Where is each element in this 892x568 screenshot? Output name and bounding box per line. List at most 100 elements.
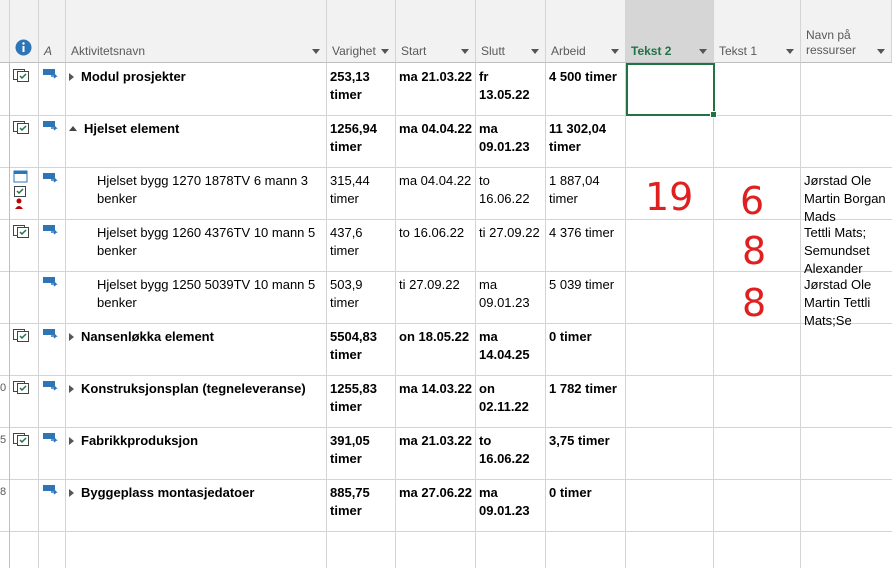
start-cell[interactable]: ti 27.09.22: [396, 272, 475, 324]
resources-cell[interactable]: [801, 116, 892, 176]
header-finish[interactable]: Slutt: [476, 0, 546, 63]
task-name-cell[interactable]: Hjelset element: [66, 116, 324, 168]
expand-icon[interactable]: [69, 436, 74, 445]
auto-scheduled-icon[interactable]: [43, 276, 59, 288]
task-name-cell[interactable]: Byggeplass montasjedatoer: [66, 480, 324, 532]
task-name-cell[interactable]: Fabrikkproduksjon: [66, 428, 324, 480]
start-cell[interactable]: ma 21.03.22: [396, 428, 475, 480]
header-task-mode[interactable]: A: [39, 0, 66, 63]
auto-scheduled-icon[interactable]: [43, 328, 59, 340]
task-name-cell[interactable]: Konstruksjonsplan (tegneleveranse): [66, 376, 324, 428]
duration-cell[interactable]: 253,13 timer: [327, 64, 395, 116]
header-work[interactable]: Arbeid: [546, 0, 626, 63]
text-cell-text2[interactable]: [626, 428, 714, 480]
start-cell[interactable]: ma 04.04.22: [396, 168, 475, 220]
chevron-down-icon[interactable]: [531, 49, 539, 54]
chevron-down-icon[interactable]: [877, 49, 885, 54]
table-row[interactable]: 8 Byggeplass montasjedatoer 885,75 timer ma…: [0, 480, 892, 532]
text-cell-text1[interactable]: [714, 428, 801, 480]
task-name-cell[interactable]: Hjelset bygg 1260 4376TV 10 mann 5 benke…: [94, 220, 324, 272]
duration-cell[interactable]: 1255,83 timer: [327, 376, 395, 428]
header-text1[interactable]: Tekst 1: [714, 0, 801, 63]
finish-cell[interactable]: on 02.11.22: [476, 376, 545, 428]
resources-cell[interactable]: [801, 324, 892, 384]
text-cell-text2[interactable]: [626, 116, 714, 168]
header-indicators[interactable]: [10, 0, 39, 63]
task-name-cell[interactable]: Hjelset bygg 1270 1878TV 6 mann 3 benker: [94, 168, 324, 220]
work-cell[interactable]: 0 timer: [546, 480, 626, 532]
chevron-down-icon[interactable]: [381, 49, 389, 54]
start-cell[interactable]: ma 04.04.22: [396, 116, 475, 168]
resources-cell[interactable]: [801, 64, 892, 124]
duration-cell[interactable]: 391,05 timer: [327, 428, 395, 480]
work-cell[interactable]: 11 302,04 timer: [546, 116, 626, 168]
notes-indicator-icon[interactable]: [13, 120, 29, 134]
resources-cell[interactable]: [801, 480, 892, 540]
chevron-down-icon[interactable]: [786, 49, 794, 54]
finish-cell[interactable]: ma 09.01.23: [476, 116, 545, 168]
notes-indicator-icon[interactable]: [13, 380, 29, 394]
start-cell[interactable]: on 18.05.22: [396, 324, 475, 376]
header-text2[interactable]: Tekst 2: [626, 0, 714, 63]
expand-icon[interactable]: [69, 384, 74, 393]
auto-scheduled-icon[interactable]: [43, 484, 59, 496]
duration-cell[interactable]: 503,9 timer: [327, 272, 395, 324]
expand-icon[interactable]: [69, 488, 74, 497]
text-cell-text2[interactable]: [626, 376, 714, 428]
work-cell[interactable]: 4 376 timer: [546, 220, 626, 272]
expand-icon[interactable]: [69, 332, 74, 341]
resources-cell[interactable]: Tettli Mats; Semundset Alexander: [801, 220, 892, 280]
resources-cell[interactable]: Jørstad Ole Martin Borgan Mads: [801, 168, 892, 228]
task-name-cell[interactable]: Nansenløkka element: [66, 324, 324, 376]
finish-cell[interactable]: to 16.06.22: [476, 168, 545, 220]
work-cell[interactable]: 5 039 timer: [546, 272, 626, 324]
finish-cell[interactable]: ma 09.01.23: [476, 480, 545, 532]
work-cell[interactable]: 1 782 timer: [546, 376, 626, 428]
resources-cell[interactable]: Jørstad Ole Martin Tettli Mats;Se: [801, 272, 892, 332]
duration-cell[interactable]: 1256,94 timer: [327, 116, 395, 168]
notes-indicator-icon[interactable]: [13, 328, 29, 342]
collapse-icon[interactable]: [69, 126, 77, 132]
text-cell-text1[interactable]: [714, 324, 801, 376]
work-cell[interactable]: 3,75 timer: [546, 428, 626, 480]
header-corner[interactable]: [0, 0, 10, 63]
start-cell[interactable]: ma 14.03.22: [396, 376, 475, 428]
text-cell-text2[interactable]: [626, 220, 714, 272]
chevron-down-icon[interactable]: [699, 49, 707, 54]
finish-cell[interactable]: fr 13.05.22: [476, 64, 545, 116]
notes-indicator-icon[interactable]: [13, 224, 29, 238]
finish-cell[interactable]: ma 09.01.23: [476, 272, 545, 324]
auto-scheduled-icon[interactable]: [43, 432, 59, 444]
chevron-down-icon[interactable]: [461, 49, 469, 54]
header-start[interactable]: Start: [396, 0, 476, 63]
start-cell[interactable]: to 16.06.22: [396, 220, 475, 272]
expand-icon[interactable]: [69, 72, 74, 81]
duration-cell[interactable]: 885,75 timer: [327, 480, 395, 532]
duration-cell[interactable]: 5504,83 timer: [327, 324, 395, 376]
duration-cell[interactable]: 315,44 timer: [327, 168, 395, 220]
auto-scheduled-icon[interactable]: [43, 224, 59, 236]
finish-cell[interactable]: to 16.06.22: [476, 428, 545, 480]
text-cell-text1[interactable]: [714, 64, 801, 116]
text-cell-text1[interactable]: [714, 480, 801, 532]
table-row[interactable]: Nansenløkka element 5504,83 timer on 18.05…: [0, 324, 892, 376]
chevron-down-icon[interactable]: [611, 49, 619, 54]
resources-cell[interactable]: [801, 428, 892, 488]
chevron-down-icon[interactable]: [312, 49, 320, 54]
notes-indicator-icon[interactable]: [13, 68, 29, 82]
notes-indicator-icon[interactable]: [13, 432, 29, 446]
header-resources[interactable]: Navn på ressurser: [801, 0, 892, 63]
table-row[interactable]: Hjelset element 1256,94 timer ma 04.04.22 m…: [0, 116, 892, 168]
task-name-cell[interactable]: Modul prosjekter: [66, 64, 324, 116]
work-cell[interactable]: 4 500 timer: [546, 64, 626, 116]
auto-scheduled-icon[interactable]: [43, 68, 59, 80]
selected-cell-text2[interactable]: [626, 63, 717, 118]
finish-cell[interactable]: ti 27.09.22: [476, 220, 545, 272]
finish-cell[interactable]: ma 14.04.25: [476, 324, 545, 376]
header-duration[interactable]: Varighet: [327, 0, 396, 63]
work-cell[interactable]: 1 887,04 timer: [546, 168, 626, 220]
text-cell-text1[interactable]: [714, 376, 801, 428]
text-cell-text1[interactable]: [714, 116, 801, 168]
text-cell-text2[interactable]: [626, 324, 714, 376]
table-row[interactable]: 0 Konstruksjonsplan (tegneleveranse) 1255,…: [0, 376, 892, 428]
